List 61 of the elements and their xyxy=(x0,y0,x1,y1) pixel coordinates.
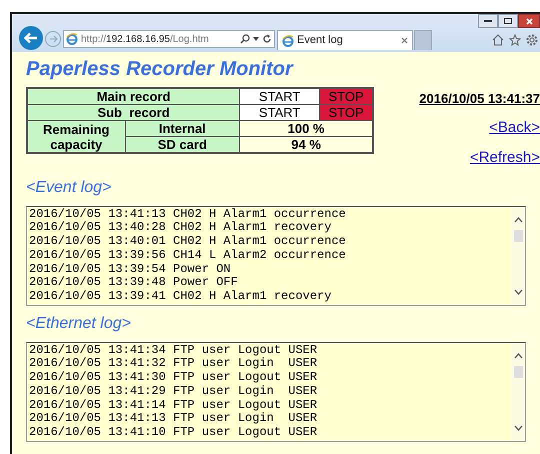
dropdown-caret-icon[interactable] xyxy=(253,37,259,41)
page-title: Paperless Recorder Monitor xyxy=(26,57,293,82)
minimize-button[interactable] xyxy=(478,14,498,28)
back-button[interactable] xyxy=(19,26,43,50)
address-bar[interactable]: http://192.168.16.95/Log.htm xyxy=(63,30,275,48)
log-line: 2016/10/05 13:41:13 CH02 H Alarm1 occurrence xyxy=(29,208,346,221)
capacity-value: 94 % xyxy=(240,136,373,153)
datetime: 2016/10/05 13:41:37 xyxy=(419,90,540,108)
scroll-down-icon[interactable] xyxy=(514,288,522,294)
close-icon xyxy=(526,18,532,24)
log-line: 2016/10/05 13:40:01 CH02 H Alarm1 occurrence xyxy=(29,235,346,249)
forward-arrow-icon xyxy=(48,35,58,43)
log-line: 2016/10/05 13:41:14 FTP user Logout USER xyxy=(29,398,318,412)
log-line: 2016/10/05 13:40:28 CH02 H Alarm1 recovery xyxy=(29,221,332,235)
close-tab-icon[interactable] xyxy=(401,37,408,44)
ie-page-icon xyxy=(282,34,294,46)
tab-title: Event log xyxy=(297,33,343,48)
log-line: 2016/10/05 13:39:54 Power ON xyxy=(29,262,231,276)
browser-tab[interactable]: Event log xyxy=(277,30,413,50)
scrollbar[interactable] xyxy=(511,206,525,304)
scrollbar[interactable] xyxy=(511,342,525,440)
url-text: http://192.168.16.95/Log.htm xyxy=(81,32,209,46)
scroll-thumb[interactable] xyxy=(514,230,522,242)
home-icon[interactable] xyxy=(492,34,504,46)
scroll-thumb[interactable] xyxy=(514,366,522,378)
search-icon[interactable] xyxy=(240,34,250,44)
capacity-value: 100 % xyxy=(240,120,373,136)
log-line: 2016/10/05 13:41:32 FTP user Login USER xyxy=(29,357,318,371)
row-label: SD card xyxy=(125,136,240,153)
stop-cell[interactable]: STOP xyxy=(320,104,373,120)
log-line: 2016/10/05 13:41:10 FTP user Logout USER xyxy=(29,426,318,440)
log-line: 2016/10/05 13:39:56 CH14 L Alarm2 occurrence xyxy=(29,248,346,263)
star-icon[interactable] xyxy=(509,34,521,46)
section-heading: <Event log> xyxy=(26,178,112,198)
refresh-icon[interactable] xyxy=(262,34,272,44)
section-heading: <Ethernet log> xyxy=(26,314,131,334)
settings-icon[interactable] xyxy=(526,34,538,46)
log-line: 2016/10/05 13:41:30 FTP user Logout USER xyxy=(29,371,318,385)
scroll-up-icon[interactable] xyxy=(514,216,522,222)
log-textarea[interactable] xyxy=(26,342,526,442)
maximize-button[interactable] xyxy=(498,14,518,28)
log-line: 2016/10/05 13:41:34 FTP user Logout USER xyxy=(29,344,318,357)
row-label: Sub record xyxy=(27,104,240,120)
row-label: Internal xyxy=(125,120,240,136)
start-cell[interactable]: START xyxy=(240,88,320,104)
log-line: 2016/10/05 13:39:48 Power OFF xyxy=(29,276,238,290)
close-button[interactable] xyxy=(518,14,540,28)
row-label: Remaining capacity xyxy=(27,120,125,153)
nav-link[interactable]: <Back> xyxy=(489,116,540,139)
log-textarea[interactable] xyxy=(26,206,526,306)
nav-link[interactable]: <Refresh> xyxy=(470,147,540,170)
log-line: 2016/10/05 13:41:29 FTP user Login USER xyxy=(29,384,318,399)
stop-cell[interactable]: STOP xyxy=(320,88,373,104)
back-arrow-icon xyxy=(24,32,38,44)
scroll-down-icon[interactable] xyxy=(514,424,522,430)
scroll-up-icon[interactable] xyxy=(514,352,522,358)
log-line: 2016/10/05 13:41:13 FTP user Login USER xyxy=(29,412,318,426)
log-line: 2016/10/05 13:39:41 CH02 H Alarm1 recovery xyxy=(29,290,332,304)
start-cell[interactable]: START xyxy=(240,104,320,120)
row-label: Main record xyxy=(27,88,240,104)
ie-page-icon xyxy=(66,33,78,45)
